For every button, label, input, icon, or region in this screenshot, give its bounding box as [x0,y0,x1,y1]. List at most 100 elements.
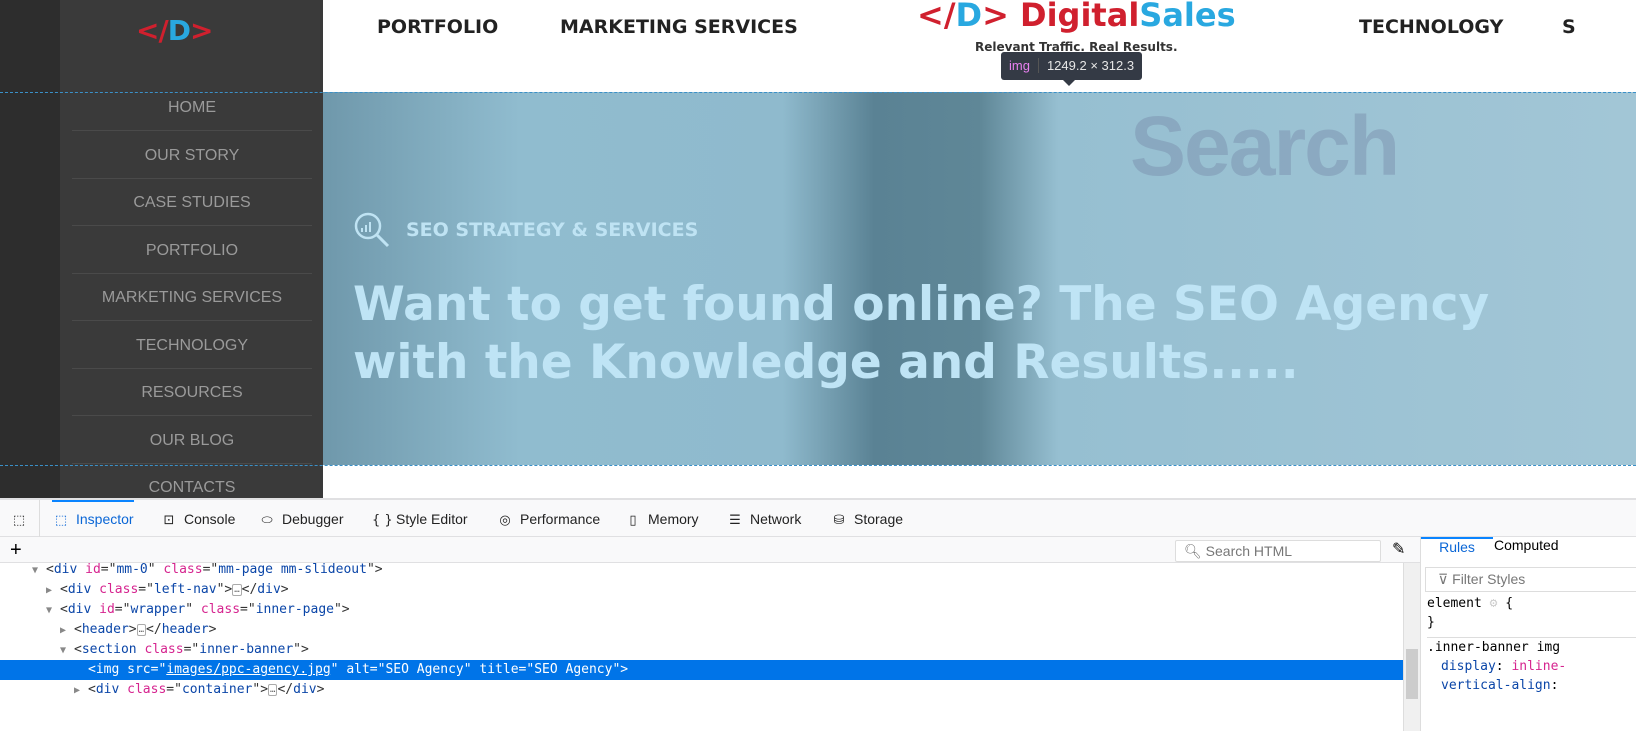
markup-node[interactable]: ▶ <header>… </header> [60,620,217,640]
tab-performance[interactable]: ◎ Performance [496,500,600,537]
sidebar-item[interactable]: PORTFOLIO [72,227,312,274]
tab-label: Inspector [76,511,134,527]
tab-label: Storage [854,511,904,527]
eyedropper-icon[interactable]: ✎ [1392,539,1405,559]
filter-placeholder: Filter Styles [1452,571,1526,587]
collapsed-twisty-icon[interactable]: ▶ [60,621,74,641]
tab-style-editor[interactable]: { } Style Editor [372,500,468,537]
filter-styles-input[interactable]: ⊽ Filter Styles [1425,567,1636,592]
add-node-button[interactable]: + [10,537,22,563]
attr-name: class [127,682,167,697]
tab-console[interactable]: ⊡ Console [160,500,236,537]
rules-panel: Rules Computed ⊽ Filter Styles element ⚙… [1420,537,1636,731]
attr-name: title [479,662,519,677]
attr-name: alt [346,662,370,677]
picker-icon: ⬚ [12,513,26,528]
node-tag: div [95,682,120,697]
site-logo[interactable]: </D> DigitalSales [917,0,1236,34]
banner-search-word: Search [1130,99,1400,193]
logo-word-digital: Digital [1020,0,1140,34]
memory-icon: ▯ [629,513,637,528]
tab-network[interactable]: ☰ Network [726,500,801,537]
tooltip-size: 1249.2 × 312.3 [1046,58,1135,73]
collapsed-ellipsis[interactable]: … [268,683,278,696]
node-close-tag: div [257,582,281,597]
element-picker-button[interactable]: ⬚ [10,500,40,537]
sidebar-item[interactable]: OUR STORY [72,132,312,179]
tab-computed[interactable]: Computed [1494,537,1559,563]
rule-prop[interactable]: vertical-align [1441,678,1551,693]
tab-storage[interactable]: ⛁ Storage [830,500,904,537]
attr-name: src [127,662,151,677]
tab-label: Memory [648,511,699,527]
markup-node[interactable]: ▼ <section class="inner-banner"> [60,640,309,660]
debugger-icon: ⬭ [261,513,273,528]
rule-element: element [1427,596,1482,611]
collapsed-ellipsis[interactable]: … [136,623,147,636]
devtools-panel: ⬚ ⬚ Inspector ⊡ Console ⬭ Debugger { } Style Ed… [0,498,1636,731]
sidebar-item[interactable]: CASE STUDIES [72,179,312,226]
attr-value[interactable]: SEO Agency [385,662,463,677]
markup-node[interactable]: ▼ <div id="mm-0" class="mm-page mm-slideo… [32,560,383,580]
element-tooltip: img 1249.2 × 312.3 [1001,52,1143,86]
sidebar-logo[interactable]: </D> [136,14,213,47]
attr-value[interactable]: wrapper [130,602,185,617]
nav-portfolio[interactable]: PORTFOLIO [377,16,498,38]
attr-value[interactable]: mm-0 [116,562,147,577]
collapsed-twisty-icon[interactable]: ▶ [74,681,88,701]
inspector-icon: ⬚ [54,513,68,528]
brace: } [1427,615,1435,630]
attr-value[interactable]: container [182,682,252,697]
expanded-twisty-icon[interactable]: ▼ [46,601,60,621]
attr-value[interactable]: images/ppc-agency.jpg [166,662,330,677]
nav-more[interactable]: S [1562,16,1576,38]
markup-node[interactable]: ▶ <div class="left-nav">… </div> [46,580,289,600]
banner-headline: Want to get found online? The SEO Agency… [353,277,1490,390]
tab-debugger[interactable]: ⬭ Debugger [258,500,344,537]
sidebar-item[interactable]: OUR BLOG [72,417,312,464]
tree-scrollbar[interactable] [1403,563,1420,731]
attr-value[interactable]: inner-banner [199,642,293,657]
expanded-twisty-icon[interactable]: ▼ [32,561,46,581]
sidebar-item[interactable]: RESOURCES [72,369,312,416]
tab-label: Debugger [282,511,344,527]
search-html-input[interactable]: 🔍︎ Search HTML [1175,540,1381,562]
markup-node[interactable]: ▶ <div class="container">… </div> [74,680,324,700]
rule-prop[interactable]: display [1441,659,1496,674]
search-placeholder: Search HTML [1205,543,1293,559]
attr-name: class [99,582,139,597]
sidebar-item[interactable]: TECHNOLOGY [72,322,312,369]
node-tag: img [95,662,120,677]
attr-value[interactable]: left-nav [154,582,217,597]
sidebar-item[interactable]: MARKETING SERVICES [72,274,312,321]
attr-name: class [163,562,203,577]
expanded-twisty-icon[interactable]: ▼ [60,641,74,661]
attr-value[interactable]: SEO Agency [534,662,612,677]
network-icon: ☰ [729,513,741,528]
rule-selector: .inner-banner img [1427,637,1636,657]
banner-kicker: SEO STRATEGY & SERVICES [406,219,699,241]
tooltip-tag: img [1009,58,1039,73]
nav-technology[interactable]: TECHNOLOGY [1359,16,1503,38]
collapsed-ellipsis[interactable]: … [232,583,242,596]
node-tag: div [67,602,92,617]
markup-node[interactable]: <img src="images/ppc-agency.jpg" alt="SE… [0,660,1403,680]
magnifier-chart-icon [354,212,390,248]
tab-rules[interactable]: Rules [1421,537,1493,563]
left-dark-strip [0,0,60,498]
console-icon: ⊡ [163,513,175,528]
markup-node[interactable]: ▼ <div id="wrapper" class="inner-page"> [46,600,350,620]
node-tag: header [81,622,129,637]
attr-value[interactable]: inner-page [256,602,334,617]
scrollbar-thumb[interactable] [1406,649,1418,699]
collapsed-twisty-icon[interactable]: ▶ [46,581,60,601]
attr-value[interactable]: mm-page mm-slideout [218,562,367,577]
highlight-top [0,92,1636,93]
tab-inspector[interactable]: ⬚ Inspector [52,500,134,537]
tab-memory[interactable]: ▯ Memory [624,500,699,537]
nav-marketing-services[interactable]: MARKETING SERVICES [560,16,798,38]
node-tag: div [53,562,78,577]
devtools-toolbar: ⬚ ⬚ Inspector ⊡ Console ⬭ Debugger { } Style Ed… [0,500,1636,537]
attr-name: class [200,602,241,617]
rule-value[interactable]: inline- [1511,659,1566,674]
